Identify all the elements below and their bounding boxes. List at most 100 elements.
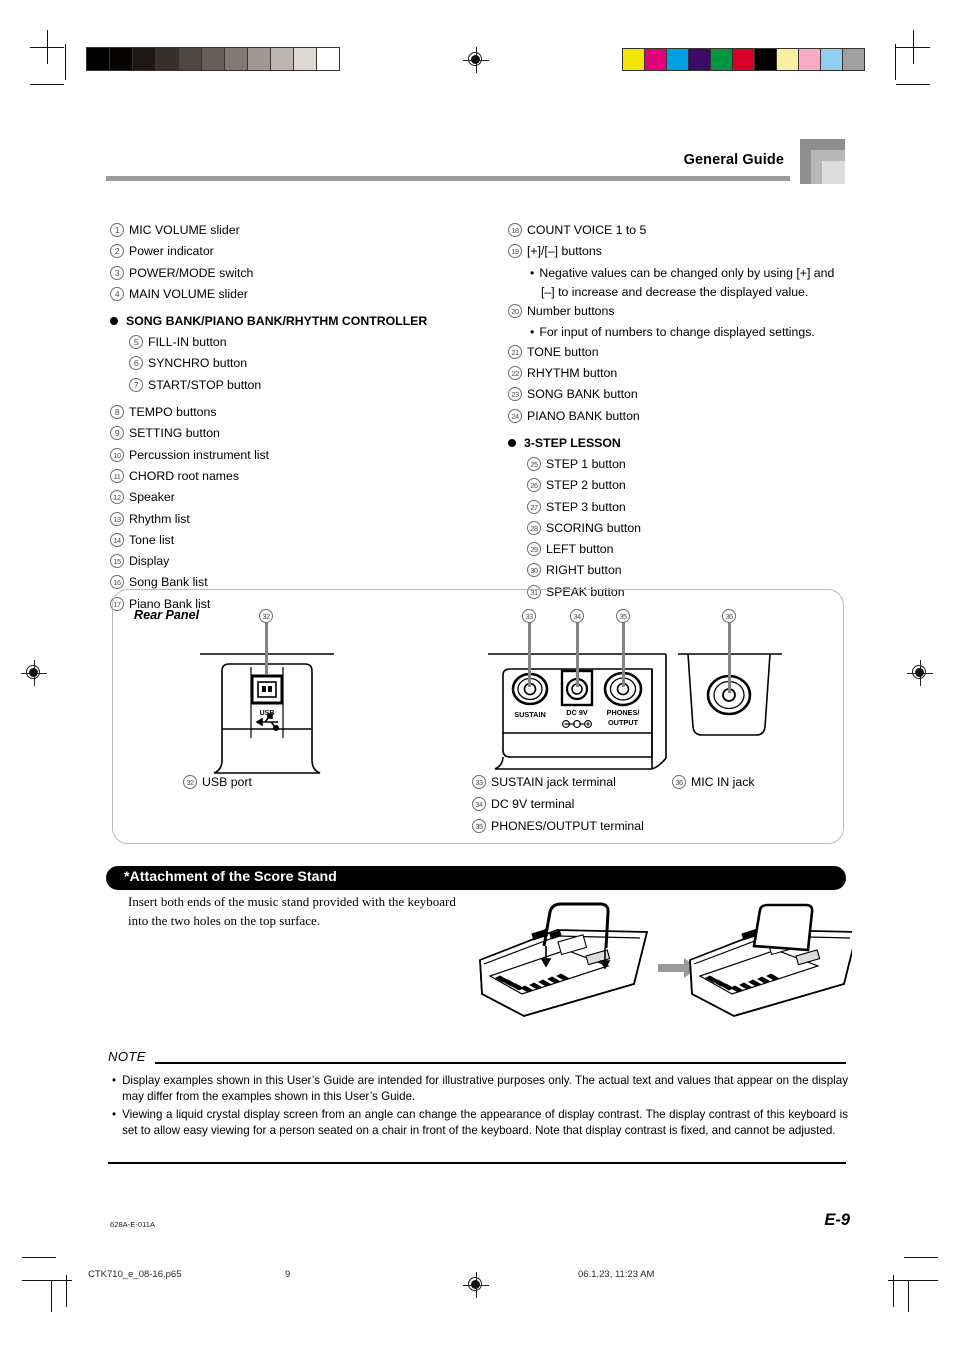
parts-list-item-35: 35 PHONES/OUTPUT terminal	[472, 819, 644, 833]
parts-list-item-label: MIC VOLUME slider	[129, 223, 240, 237]
grayscale-calibration-strip	[86, 47, 340, 71]
parts-list-item-label: SCORING button	[546, 520, 641, 535]
parts-list-item-18: 18 COUNT VOICE 1 to 5	[508, 223, 888, 237]
parts-list-item-4: 4 MAIN VOLUME slider	[110, 286, 470, 301]
print-source-filename: CTK710_e_08-16.p65	[88, 1269, 182, 1280]
crop-mark-bottom-left-v	[51, 1280, 52, 1312]
item-number-12: 12	[110, 490, 124, 505]
item-number-22: 22	[508, 366, 522, 381]
parts-list-item-label: DC 9V terminal	[491, 797, 575, 811]
parts-list-item-15: 15 Display	[110, 554, 470, 569]
registration-mark-right	[907, 660, 933, 686]
corner-thumb-inner	[822, 161, 845, 184]
svg-text:PHONES/: PHONES/	[607, 708, 640, 717]
callout-bubble-33: 33	[522, 609, 536, 623]
color-swatch-7	[777, 49, 799, 70]
jacks-illustration: SUSTAIN DC 9V PHONES/ OUTPUT	[488, 653, 782, 770]
parts-list-item-29: 29 LEFT button	[527, 542, 888, 557]
parts-list-item-label: CHORD root names	[129, 468, 240, 483]
score-stand-description: Insert both ends of the music stand prov…	[128, 894, 456, 928]
callout-bubble-32: 32	[259, 609, 273, 623]
item-number-30: 30	[527, 563, 541, 578]
grayscale-swatch-6	[225, 48, 248, 70]
parts-list-item-label: Percussion instrument list	[129, 447, 270, 462]
parts-list-item-label: Power indicator	[129, 244, 214, 259]
rear-panel-legend-right: 36 MIC IN jack	[672, 775, 755, 798]
crop-mark-top-left-h2	[30, 84, 64, 85]
bullet-dot-icon: •	[112, 1107, 117, 1121]
callout-bubble-36: 36	[722, 609, 736, 623]
parts-list-item-10: 10 Percussion instrument list	[110, 447, 470, 462]
item-number-35: 35	[472, 819, 486, 833]
item-number-14: 14	[110, 532, 124, 547]
bullet-dot-icon: •	[112, 1074, 117, 1087]
parts-list-item-label: MIC IN jack	[691, 775, 755, 789]
parts-list-item-label: [+]/[–] buttons	[527, 244, 602, 259]
item-number-33: 33	[472, 775, 486, 789]
color-swatch-0	[623, 49, 645, 70]
sub-bullet-text: Negative values can be changed only by u…	[539, 265, 835, 280]
item-number-36: 36	[672, 775, 686, 789]
parts-list-item-label: STEP 1 button	[546, 456, 626, 471]
group-heading-label: SONG BANK/PIANO BANK/RHYTHM CONTROLLER	[126, 313, 428, 328]
rear-panel-legend-left: 32 USB port	[183, 775, 252, 798]
grayscale-swatch-5	[202, 48, 225, 70]
callout-leader-33	[528, 622, 531, 687]
svg-text:DC 9V: DC 9V	[566, 708, 588, 717]
item-number-9: 9	[110, 426, 124, 441]
parts-list-item-11: 11 CHORD root names	[110, 468, 470, 483]
item-number-15: 15	[110, 554, 124, 569]
item-number-7: 7	[129, 377, 143, 392]
crop-mark-bottom-left-h2	[22, 1280, 72, 1281]
parts-list-item-9: 9 SETTING button	[110, 426, 470, 441]
parts-list-item-16: 16 Song Bank list	[110, 575, 470, 590]
item-number-1: 1	[110, 223, 124, 237]
bullet-dot-icon: •	[530, 265, 535, 280]
item-number-34: 34	[472, 797, 486, 811]
parts-list-item-14: 14 Tone list	[110, 532, 470, 547]
item-number-11: 11	[110, 468, 124, 483]
item-number-3: 3	[110, 265, 124, 280]
sub-bullet-negative-values: • Negative values can be changed only by …	[530, 265, 888, 280]
grayscale-swatch-3	[156, 48, 179, 70]
registration-mark-top	[463, 47, 489, 73]
item-number-29: 29	[527, 542, 541, 557]
parts-list-item-label: TONE button	[527, 344, 599, 359]
print-timestamp: 06.1.23, 11:23 AM	[578, 1269, 655, 1280]
parts-list-item-6: 6 SYNCHRO button	[129, 356, 470, 371]
parts-list-left-column: 1 MIC VOLUME slider 2 Power indicator 3 POWER…	[110, 223, 470, 619]
sub-bullet-negative-values-line2: [–] to increase and decrease the display…	[541, 284, 809, 299]
parts-list-item-label: Rhythm list	[129, 511, 190, 526]
note-body: • Display examples shown in this User’s G…	[112, 1073, 848, 1141]
crop-mark-bottom-right-v2	[893, 1275, 894, 1307]
parts-list-item-2: 2 Power indicator	[110, 244, 470, 259]
color-calibration-strip	[622, 48, 865, 71]
color-swatch-2	[667, 49, 689, 70]
parts-list-item-label: Speaker	[129, 490, 175, 505]
parts-list-item-3: 3 POWER/MODE switch	[110, 265, 470, 280]
grayscale-swatch-10	[317, 48, 339, 70]
page-number: E-9	[824, 1211, 850, 1229]
item-number-10: 10	[110, 447, 124, 462]
note-item: • Display examples shown in this User’s G…	[112, 1073, 848, 1105]
print-source-page: 9	[285, 1269, 291, 1280]
score-stand-title: *Attachment of the Score Stand	[124, 869, 337, 885]
parts-list-item-label: STEP 2 button	[546, 478, 626, 493]
grayscale-swatch-0	[87, 48, 110, 70]
parts-list-item-25: 25 STEP 1 button	[527, 456, 888, 471]
parts-list-item-label: RHYTHM button	[527, 366, 618, 381]
color-swatch-10	[843, 49, 864, 70]
color-swatch-4	[711, 49, 733, 70]
item-number-4: 4	[110, 286, 124, 301]
parts-list-item-label: POWER/MODE switch	[129, 265, 254, 280]
note-item-text: Viewing a liquid crystal display screen …	[122, 1107, 848, 1137]
parts-list-item-30: 30 RIGHT button	[527, 563, 888, 578]
document-page: General Guide 1 MIC VOLUME slider 2 Power i…	[0, 0, 954, 1351]
item-number-20: 20	[508, 304, 522, 319]
crop-mark-top-right-v	[913, 30, 914, 64]
parts-list-item-label: COUNT VOICE 1 to 5	[527, 223, 647, 237]
item-number-23: 23	[508, 387, 522, 402]
parts-list-item-5: 5 FILL-IN button	[129, 335, 470, 350]
parts-list-item-label: STEP 3 button	[546, 499, 626, 514]
note-label: NOTE	[108, 1049, 146, 1064]
